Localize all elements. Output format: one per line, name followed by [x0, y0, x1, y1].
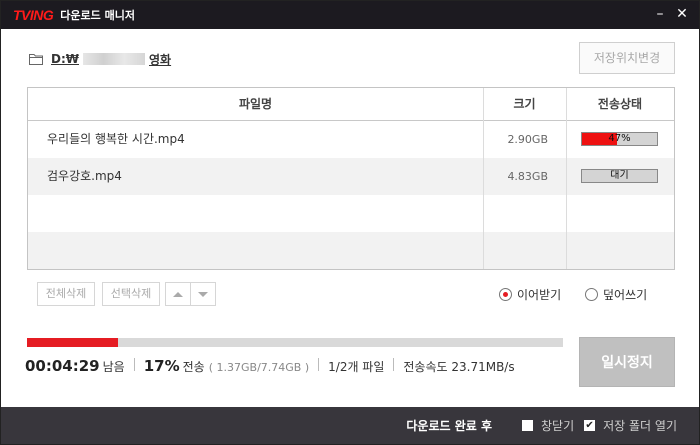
window-title: 다운로드 매니저	[60, 9, 135, 22]
close-window-label: 창닫기	[541, 419, 575, 433]
after-download-label: 다운로드 완료 후	[406, 419, 492, 433]
close-window-checkbox[interactable]	[522, 420, 533, 431]
path-redacted-segment	[83, 53, 145, 65]
save-path-suffix: 영화	[149, 52, 172, 67]
time-remaining: 00:04:29	[25, 357, 100, 375]
file-size: 2.90GB	[507, 133, 548, 146]
status-label: 대기	[610, 170, 629, 181]
delete-all-button[interactable]: 전체삭제	[37, 282, 95, 306]
transfer-percent: 17%	[143, 357, 180, 375]
resume-radio[interactable]	[499, 288, 512, 301]
file-size: 4.83GB	[507, 170, 548, 183]
file-count: 1/2개 파일	[328, 360, 385, 374]
open-folder-option[interactable]: ✔ 저장 폴더 열기	[584, 417, 677, 434]
save-path-link[interactable]: D:₩ 영화	[51, 51, 171, 68]
overwrite-option[interactable]: 덮어쓰기	[585, 286, 647, 303]
title-bar[interactable]: TVING 다운로드 매니저 – ✕	[1, 1, 699, 29]
delete-selected-button[interactable]: 선택삭제	[102, 282, 160, 306]
change-save-location-button[interactable]: 저장위치변경	[579, 42, 675, 74]
divider	[393, 358, 395, 371]
resume-option[interactable]: 이어받기	[499, 286, 561, 303]
column-divider	[566, 88, 567, 269]
folder-icon	[29, 54, 43, 65]
divider	[318, 358, 320, 371]
table-header: 파일명 크기 전송상태	[28, 88, 674, 121]
minimize-button[interactable]: –	[651, 5, 669, 23]
overall-progress-fill	[27, 338, 119, 347]
transferred-bytes: ( 1.37GB/7.74GB )	[208, 361, 310, 374]
transfer-status-progress: 대기	[581, 169, 658, 183]
save-path-row: D:₩ 영화	[29, 49, 171, 69]
resume-label: 이어받기	[517, 288, 562, 302]
transfer-status-progress: 47%	[581, 132, 658, 146]
footer-bar: 다운로드 완료 후 창닫기 ✔ 저장 폴더 열기	[1, 407, 699, 444]
table-row-empty	[28, 232, 674, 269]
table-row[interactable]: 검우강호.mp4 4.83GB 대기	[28, 158, 674, 195]
move-down-button[interactable]	[190, 282, 216, 306]
table-row[interactable]: 우리들의 행복한 시간.mp4 2.90GB 47%	[28, 121, 674, 158]
transfer-speed: 전송속도 23.71MB/s	[403, 360, 515, 374]
download-table: 파일명 크기 전송상태 우리들의 행복한 시간.mp4 2.90GB 47% 검…	[27, 87, 675, 270]
open-folder-label: 저장 폴더 열기	[603, 419, 677, 433]
open-folder-checkbox[interactable]: ✔	[584, 420, 596, 431]
arrow-down-icon	[198, 291, 208, 297]
table-row-empty	[28, 195, 674, 232]
overall-progress-bar	[27, 338, 563, 347]
status-label: 47%	[608, 133, 631, 144]
close-window-option[interactable]: 창닫기	[522, 417, 574, 434]
column-divider	[483, 88, 484, 269]
column-header-size[interactable]: 크기	[483, 88, 566, 120]
tving-logo: TVING	[13, 7, 54, 23]
overwrite-radio[interactable]	[585, 288, 598, 301]
remaining-label: 남음	[102, 360, 125, 374]
column-header-status[interactable]: 전송상태	[566, 88, 674, 120]
file-name: 검우강호.mp4	[47, 169, 122, 183]
pause-button[interactable]: 일시정지	[579, 337, 675, 387]
percent-label: 전송	[182, 360, 205, 374]
download-manager-window: TVING 다운로드 매니저 – ✕ D:₩ 영화 저장위치변경 파일명 크기 …	[0, 0, 700, 445]
file-name: 우리들의 행복한 시간.mp4	[47, 132, 185, 146]
close-button[interactable]: ✕	[673, 5, 691, 23]
transfer-stats: 00:04:29 남음 17% 전송 ( 1.37GB/7.74GB ) 1/2…	[25, 357, 515, 377]
move-up-button[interactable]	[165, 282, 191, 306]
arrow-up-icon	[173, 291, 183, 297]
save-path-prefix: D:₩	[51, 52, 79, 66]
divider	[133, 358, 135, 371]
column-header-name[interactable]: 파일명	[28, 88, 483, 120]
overwrite-label: 덮어쓰기	[603, 288, 648, 302]
